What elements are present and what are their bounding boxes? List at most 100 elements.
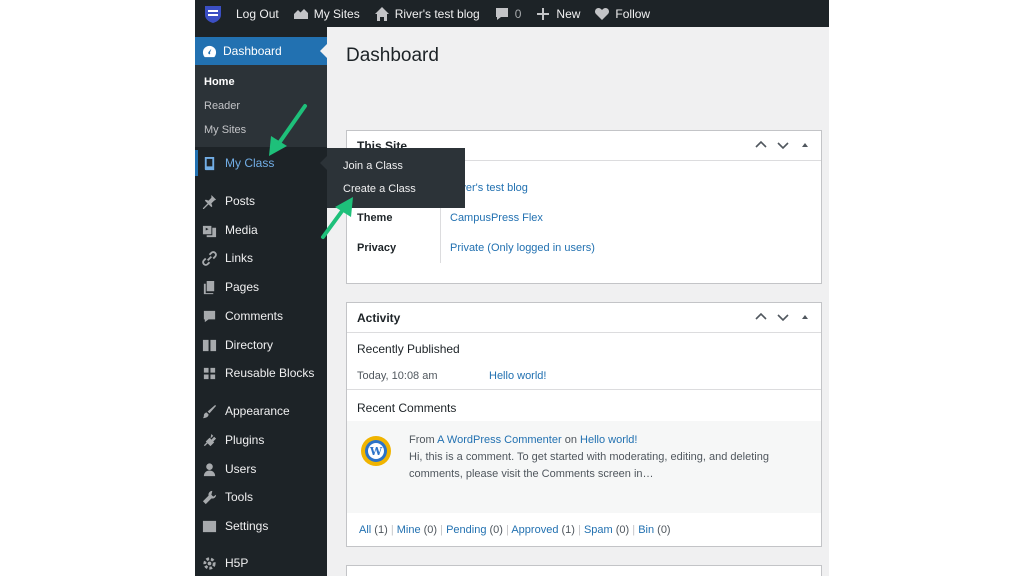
filter-all-count: (1) bbox=[374, 524, 388, 536]
heart-icon bbox=[595, 7, 610, 20]
sidebar-item-dashboard[interactable]: Dashboard bbox=[195, 37, 327, 65]
follow-link[interactable]: Follow bbox=[587, 0, 657, 27]
post-title-link[interactable]: Hello world! bbox=[489, 370, 546, 382]
comment-from-label: From bbox=[409, 434, 435, 446]
my-sites-link[interactable]: My Sites bbox=[286, 0, 367, 27]
recent-comments-heading: Recent Comments bbox=[357, 401, 457, 415]
home-icon bbox=[374, 6, 389, 21]
sidebar-item-plugins[interactable]: Plugins bbox=[195, 427, 327, 453]
users-icon bbox=[203, 462, 216, 476]
triangle-up-icon[interactable] bbox=[799, 311, 811, 323]
sidebar-label-links: Links bbox=[225, 251, 254, 265]
sidebar-item-posts[interactable]: Posts bbox=[195, 188, 327, 214]
comments-link[interactable]: 0 bbox=[487, 0, 529, 27]
plus-icon bbox=[537, 7, 550, 20]
comment-text-line2: comments, please visit the Comments scre… bbox=[409, 468, 654, 480]
brush-icon bbox=[202, 404, 217, 418]
sidebar-item-settings[interactable]: Settings bbox=[195, 513, 327, 539]
activity-title: Activity bbox=[357, 310, 401, 325]
blocks-icon bbox=[203, 367, 216, 379]
site-name-label: River's test blog bbox=[394, 6, 480, 21]
new-label: New bbox=[556, 6, 581, 21]
filter-approved-count: (1) bbox=[561, 524, 575, 536]
sidebar-label-h5p: H5P bbox=[225, 556, 249, 570]
sidebar-item-links[interactable]: Links bbox=[195, 245, 327, 271]
sidebar-label-users: Users bbox=[225, 462, 257, 476]
filter-mine[interactable]: Mine bbox=[397, 524, 421, 536]
comment-text-line1: Hi, this is a comment. To get started wi… bbox=[409, 451, 769, 463]
comment-on-label: on bbox=[564, 434, 577, 446]
privacy-value[interactable]: Private (Only logged in users) bbox=[450, 242, 595, 254]
comments-count: 0 bbox=[514, 6, 522, 21]
filter-bin-count: (0) bbox=[657, 524, 671, 536]
sidebar-item-users[interactable]: Users bbox=[195, 456, 327, 482]
comment-meta: From A WordPress Commenter on Hello worl… bbox=[409, 434, 637, 446]
activity-header: Activity bbox=[347, 303, 821, 333]
filter-pending-count: (0) bbox=[489, 524, 503, 536]
sidebar-item-h5p[interactable]: H5P bbox=[195, 550, 327, 576]
recently-published-heading: Recently Published bbox=[357, 342, 460, 356]
link-icon bbox=[202, 250, 217, 266]
sidebar-label-dashboard: Dashboard bbox=[223, 44, 282, 58]
filter-pending[interactable]: Pending bbox=[446, 524, 486, 536]
my-sites-icon bbox=[293, 8, 308, 19]
next-widget-partial bbox=[346, 565, 822, 576]
directory-icon bbox=[202, 339, 217, 351]
submenu-my-sites[interactable]: My Sites bbox=[204, 124, 246, 136]
filter-approved[interactable]: Approved bbox=[511, 524, 558, 536]
filter-spam[interactable]: Spam bbox=[584, 524, 613, 536]
logout-label: Log Out bbox=[236, 6, 279, 21]
new-link[interactable]: New bbox=[528, 0, 587, 27]
sidebar-item-appearance[interactable]: Appearance bbox=[195, 398, 327, 424]
sidebar-item-pages[interactable]: Pages bbox=[195, 274, 327, 300]
sidebar-label-tools: Tools bbox=[225, 490, 254, 504]
filter-bin[interactable]: Bin bbox=[638, 524, 654, 536]
triangle-up-icon[interactable] bbox=[799, 139, 811, 151]
comment-author-link[interactable]: A WordPress Commenter bbox=[437, 434, 562, 446]
comment-item: W From A WordPress Commenter on Hello wo… bbox=[347, 421, 821, 513]
submenu-home[interactable]: Home bbox=[204, 76, 235, 88]
chevron-up-icon[interactable] bbox=[755, 311, 767, 323]
site-logo-icon[interactable] bbox=[203, 4, 223, 24]
flyout-create-class[interactable]: Create a Class bbox=[343, 183, 416, 195]
submenu-reader[interactable]: Reader bbox=[204, 100, 240, 112]
sidebar-label-appearance: Appearance bbox=[225, 404, 290, 418]
comment-icon bbox=[495, 7, 508, 20]
sidebar-label-posts: Posts bbox=[225, 194, 256, 208]
sidebar-item-directory[interactable]: Directory bbox=[195, 332, 327, 358]
gear-icon bbox=[203, 556, 216, 570]
filter-mine-count: (0) bbox=[423, 524, 438, 536]
my-sites-label: My Sites bbox=[313, 6, 360, 21]
sidebar-label-comments: Comments bbox=[225, 309, 284, 323]
activity-widget: Activity Recently Published Today, 10:08… bbox=[346, 302, 822, 547]
book-icon bbox=[204, 156, 215, 170]
wrench-icon bbox=[202, 490, 217, 504]
follow-label: Follow bbox=[615, 6, 651, 21]
sidebar-item-comments[interactable]: Comments bbox=[195, 303, 327, 329]
plugin-icon bbox=[203, 433, 217, 446]
widget-controls bbox=[755, 139, 811, 151]
admin-frame: Log Out My Sites River's test blog 0 New… bbox=[195, 0, 829, 576]
sidebar-item-reusable-blocks[interactable]: Reusable Blocks bbox=[195, 360, 327, 386]
settings-icon bbox=[202, 520, 217, 532]
widget-controls bbox=[755, 311, 811, 323]
sidebar-label-directory: Directory bbox=[225, 338, 274, 352]
page-title: Dashboard bbox=[346, 45, 439, 66]
chevron-down-icon[interactable] bbox=[777, 139, 789, 151]
sidebar-label-pages: Pages bbox=[225, 280, 260, 294]
pages-icon bbox=[203, 280, 215, 294]
theme-value[interactable]: CampusPress Flex bbox=[450, 212, 543, 224]
annotation-arrow-down bbox=[321, 197, 353, 239]
sidebar-label-media: Media bbox=[225, 223, 258, 237]
chevron-up-icon[interactable] bbox=[755, 139, 767, 151]
sidebar-item-media[interactable]: Media bbox=[195, 217, 327, 243]
site-name-link[interactable]: River's test blog bbox=[367, 0, 487, 27]
filter-spam-count: (0) bbox=[615, 524, 630, 536]
filter-all[interactable]: All bbox=[359, 524, 371, 536]
chevron-down-icon[interactable] bbox=[777, 311, 789, 323]
logout-link[interactable]: Log Out bbox=[229, 0, 286, 27]
comment-post-link[interactable]: Hello world! bbox=[580, 434, 637, 446]
flyout-join-class[interactable]: Join a Class bbox=[343, 160, 403, 172]
comment-filters: All (1) | Mine (0) | Pending (0) | Appro… bbox=[359, 524, 671, 536]
sidebar-item-tools[interactable]: Tools bbox=[195, 484, 327, 510]
